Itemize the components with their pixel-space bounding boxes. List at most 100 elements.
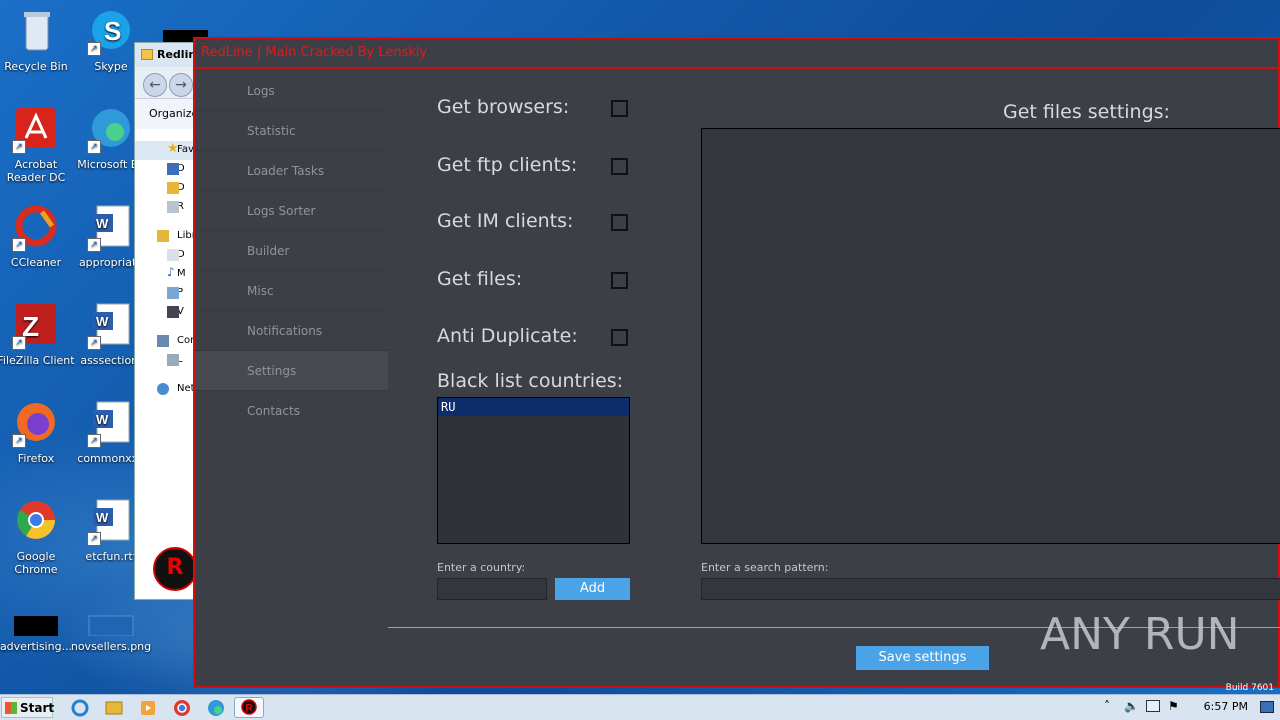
folder-icon [141,49,153,60]
desktop-icon-recycle-bin[interactable]: Recycle Bin [0,8,77,73]
music-icon: ♪ [167,265,175,279]
desktop-icon-filezilla[interactable]: Z ↗ FileZilla Client [0,302,77,367]
filezilla-icon: Z ↗ [12,302,60,350]
redline-window[interactable]: RedLine | Main Cracked By Lenskiy Logs S… [193,37,1280,688]
shortcut-arrow-icon: ↗ [87,140,101,154]
edge-taskbar-button[interactable] [202,697,230,718]
shortcut-arrow-icon: ↗ [87,238,101,252]
image-file-icon [87,600,135,637]
add-button[interactable]: Add [555,578,630,600]
ccleaner-icon: ↗ [12,204,60,252]
desktop-icon-label: advertising... [0,640,73,653]
shortcut-arrow-icon: ↗ [87,434,101,448]
get-ftp-label: Get ftp clients: [437,154,578,176]
blacklist-listbox[interactable]: RU [437,397,630,544]
get-files-label: Get files: [437,268,523,290]
get-ftp-checkbox[interactable] [611,158,628,175]
word-doc-icon: W ↗ [87,400,135,448]
get-browsers-checkbox[interactable] [611,100,628,117]
svg-text:W: W [96,216,109,231]
clock[interactable]: 6:57 PM [1204,700,1248,713]
taskbar: Start R ˄ 🔈 ⚑ 6:57 PM [0,694,1280,720]
shortcut-arrow-icon: ↗ [12,238,26,252]
watermark-text: ANY RUN [1040,609,1240,660]
tray-chevron-up-icon[interactable]: ˄ [1104,699,1110,713]
forward-button[interactable]: → [169,73,193,97]
word-doc-icon: W ↗ [87,498,135,546]
nav-label: Net [177,383,195,394]
shortcut-arrow-icon: ↗ [87,42,101,56]
desktop-icon-label: Google Chrome [14,550,58,576]
desktop-icon-ccleaner[interactable]: ↗ CCleaner [0,204,77,269]
desktop-icon-label: Firefox [17,452,55,465]
redline-icon: R [241,699,257,715]
chrome-taskbar-button[interactable] [168,697,196,718]
ie-taskbar-button[interactable] [66,697,94,718]
network-icon[interactable] [1146,700,1160,712]
windows-build-label: Build 7601 [1225,683,1274,693]
country-input[interactable] [437,578,547,600]
files-settings-title: Get files settings: [1003,101,1170,123]
drive-icon [167,354,179,366]
search-pattern-input[interactable] [701,578,1280,600]
redline-taskbar-button[interactable]: R [234,697,264,718]
redline-logo: R [153,547,197,591]
chrome-icon [174,700,190,716]
explorer-title-text: Redlin [157,48,197,61]
enter-country-label: Enter a country: [437,561,526,574]
desktop-icon [167,163,179,175]
recycle-bin-icon [12,8,60,56]
library-icon [157,230,169,242]
internet-explorer-icon [71,699,89,717]
desktop-icon-chrome[interactable]: Google Chrome [0,498,77,576]
svg-text:W: W [96,412,109,427]
desktop-icon-firefox[interactable]: ↗ Firefox [0,400,77,465]
desktop-icon-acrobat[interactable]: ↗ Acrobat Reader DC [0,106,77,184]
start-button[interactable]: Start [1,697,55,718]
chrome-icon [12,498,60,546]
list-item[interactable]: RU [438,398,629,416]
firefox-icon: ↗ [12,400,60,448]
documents-icon [167,249,179,261]
pictures-icon [167,287,179,299]
windows-logo-icon [5,702,17,714]
desktop-icon-label: CCleaner [10,256,62,269]
explorer-taskbar-button[interactable] [100,697,128,718]
svg-text:W: W [96,510,109,525]
show-desktop-icon[interactable] [1260,701,1274,713]
save-settings-button[interactable]: Save settings [856,646,989,670]
get-browsers-label: Get browsers: [437,96,570,118]
shortcut-arrow-icon: ↗ [12,140,26,154]
system-tray: ˄ 🔈 ⚑ 6:57 PM [1100,695,1280,720]
recent-icon [167,201,179,213]
computer-icon [157,335,169,347]
videos-icon [167,306,179,318]
anti-duplicate-label: Anti Duplicate: [437,325,578,347]
desktop-icon-advertising[interactable]: advertising... [0,600,77,653]
desktop-icon-label: Recycle Bin [4,60,68,73]
desktop-icon-label: novsellers.png [70,640,152,653]
volume-icon[interactable]: 🔈 [1124,699,1139,713]
svg-text:R: R [246,703,254,714]
desktop-icon-label: FileZilla Client [0,354,75,367]
action-center-flag-icon[interactable]: ⚑ [1168,699,1179,713]
back-button[interactable]: ← [143,73,167,97]
shortcut-arrow-icon: ↗ [12,336,26,350]
search-pattern-label: Enter a search pattern: [701,561,829,574]
nav-label: Cor [177,335,195,346]
anti-duplicate-checkbox[interactable] [611,329,628,346]
network-icon [157,383,169,395]
get-im-checkbox[interactable] [611,214,628,231]
get-files-checkbox[interactable] [611,272,628,289]
files-settings-list[interactable] [701,128,1280,544]
nav-label: Fav [177,144,194,155]
start-label: Start [20,701,55,715]
media-player-taskbar-button[interactable] [134,697,162,718]
folder-icon [167,182,179,194]
black-file-icon [12,600,60,636]
svg-text:S: S [104,16,121,46]
get-im-label: Get IM clients: [437,210,574,232]
edge-icon: ↗ [87,106,135,154]
skype-icon: S ↗ [87,8,135,56]
desktop-icon-novsellers[interactable]: novsellers.png [70,600,152,653]
